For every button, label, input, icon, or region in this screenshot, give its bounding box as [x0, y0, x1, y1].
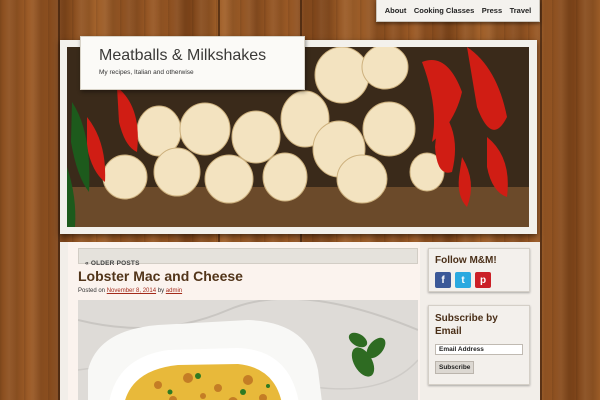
subscribe-button[interactable]: Subscribe: [435, 361, 475, 374]
nav-item-press[interactable]: Press: [482, 6, 502, 15]
social-icons-row: f t p: [435, 272, 523, 288]
post-featured-image[interactable]: [78, 300, 418, 400]
facebook-icon[interactable]: f: [435, 272, 451, 288]
nav-item-cooking-classes[interactable]: Cooking Classes: [414, 6, 474, 15]
site-title[interactable]: Meatballs & Milkshakes: [99, 47, 304, 65]
post-meta-by: by: [157, 288, 165, 294]
follow-widget: Follow M&M! f t p: [428, 248, 530, 292]
subscribe-widget: Subscribe by Email Subscribe: [428, 305, 530, 385]
nav-item-travel[interactable]: Travel: [510, 6, 532, 15]
wood-plank-seam: [540, 0, 542, 400]
post-meta: Posted on November 8, 2014 by admin: [78, 288, 182, 294]
post-author-link[interactable]: admin: [166, 288, 182, 294]
subscribe-widget-title: Subscribe by Email: [435, 313, 498, 337]
nav-item-about[interactable]: About: [385, 6, 407, 15]
post-date-link[interactable]: November 8, 2014: [107, 288, 156, 294]
email-input[interactable]: [435, 344, 523, 355]
pinterest-icon[interactable]: p: [475, 272, 491, 288]
twitter-icon[interactable]: t: [455, 272, 471, 288]
older-posts-bar: « OLDER POSTS: [78, 248, 418, 267]
post-meta-prefix: Posted on: [78, 288, 106, 294]
site-tagline: My recipes, Italian and otherwise: [99, 69, 194, 76]
site-title-card: Meatballs & Milkshakes My recipes, Itali…: [80, 36, 305, 90]
older-posts-link[interactable]: « OLDER POSTS: [85, 260, 140, 267]
top-navigation: About Cooking Classes Press Travel: [376, 0, 540, 22]
follow-widget-title: Follow M&M!: [435, 255, 497, 266]
post-title[interactable]: Lobster Mac and Cheese: [78, 268, 243, 284]
